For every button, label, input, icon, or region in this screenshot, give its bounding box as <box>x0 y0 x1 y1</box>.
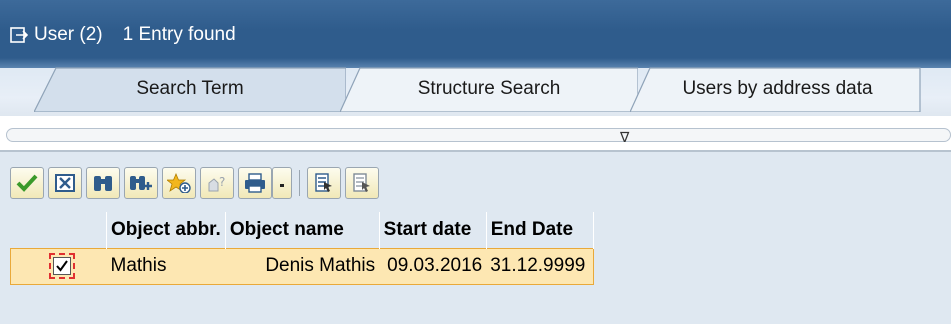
tab-users-by-address-label: Users by address data <box>682 78 873 99</box>
entry-count: 1 Entry found <box>122 24 236 45</box>
checkmark-icon <box>56 260 68 272</box>
select-all-button[interactable] <box>307 167 341 199</box>
results-toolbar: ? <box>10 163 383 203</box>
print-button[interactable] <box>238 167 272 199</box>
cancel-icon <box>55 174 75 192</box>
toolbar-separator <box>299 170 300 196</box>
column-header-start-date[interactable]: Start date <box>379 212 487 248</box>
table-header-row: Object abbr. Object name Start date End … <box>10 212 595 248</box>
column-header-object-name[interactable]: Object name <box>225 212 380 248</box>
cell-object-abbr[interactable]: Mathis <box>106 247 226 285</box>
cell-end-date[interactable]: 31.12.9999 <box>486 247 595 285</box>
title-row: User (2) 1 Entry found <box>10 22 256 48</box>
print-options-button[interactable] <box>272 167 292 199</box>
splitter-arrow-icon[interactable]: ∇ <box>620 129 629 146</box>
tab-search-term[interactable]: Search Term <box>34 66 346 112</box>
results-table: Object abbr. Object name Start date End … <box>10 212 595 285</box>
object-label: User (2) <box>34 24 103 45</box>
find-button[interactable] <box>86 167 120 199</box>
deselect-all-button[interactable] <box>345 167 379 199</box>
deselect-all-icon <box>353 173 370 192</box>
find-next-button[interactable] <box>124 167 158 199</box>
column-header-select[interactable] <box>10 212 107 248</box>
help-hand-icon: ? <box>208 175 225 192</box>
select-all-icon <box>315 173 332 192</box>
continue-button[interactable] <box>10 167 44 199</box>
cancel-button[interactable] <box>48 167 82 199</box>
table-row[interactable]: Mathis Denis Mathis 09.03.2016 31.12.999… <box>10 247 595 285</box>
column-header-object-abbr[interactable]: Object abbr. <box>106 212 226 248</box>
tab-structure-search[interactable]: Structure Search <box>340 66 638 112</box>
dropdown-arrow-icon <box>280 184 284 187</box>
svg-text:?: ? <box>219 175 225 189</box>
tab-users-by-address[interactable]: Users by address data <box>630 66 951 112</box>
tab-search-term-label: Search Term <box>136 78 244 99</box>
splitter-bar[interactable] <box>6 128 951 142</box>
add-favorite-button[interactable] <box>162 167 196 199</box>
binoculars-plus-icon <box>130 176 152 190</box>
print-icon <box>245 173 265 193</box>
cell-start-date[interactable]: 09.03.2016 <box>379 247 487 285</box>
checkmark-icon <box>16 174 38 192</box>
row-checkbox-focus[interactable] <box>49 253 75 279</box>
row-checkbox[interactable] <box>53 257 71 275</box>
cell-object-name[interactable]: Denis Mathis <box>225 247 380 285</box>
exit-arrow-icon[interactable] <box>10 27 28 43</box>
help-button[interactable]: ? <box>200 167 234 199</box>
row-select-cell[interactable] <box>10 247 107 285</box>
tab-structure-search-label: Structure Search <box>417 78 561 99</box>
star-add-icon <box>167 173 191 193</box>
binoculars-icon <box>94 176 112 191</box>
column-header-end-date[interactable]: End Date <box>486 212 595 248</box>
